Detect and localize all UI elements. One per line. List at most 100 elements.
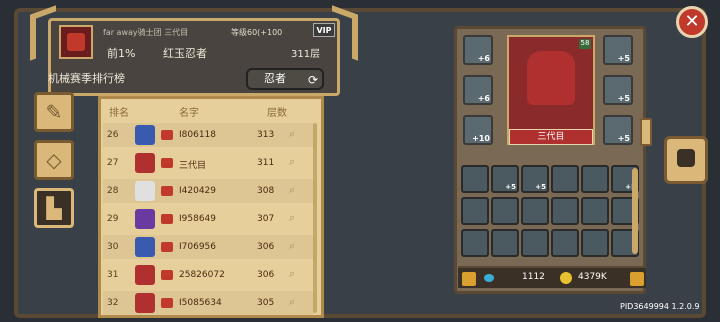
coin-icon (560, 272, 572, 284)
row-name: I806118 (179, 130, 217, 140)
row-rank: 32 (107, 298, 119, 308)
inventory-slot[interactable] (551, 165, 579, 193)
inspect-magnifier-icon[interactable]: ⌕ (289, 295, 295, 309)
inspect-magnifier-icon[interactable]: ⌕ (289, 183, 295, 197)
gem-count: 1112 (522, 272, 545, 282)
equipment-panel: 58 三代目 +6 +6 +10 +5 +5 +5 +5 +5 +5 (454, 26, 646, 294)
row-rank: 27 (107, 158, 119, 168)
inventory-slot[interactable] (521, 229, 549, 257)
character-level: 58 (579, 39, 591, 49)
bag-icon (161, 270, 173, 280)
table-row[interactable]: 29 I958649 307 ⌕ (103, 207, 313, 231)
row-rank: 28 (107, 186, 119, 196)
inventory-slot[interactable] (521, 197, 549, 225)
rank-percent: 前1% (107, 47, 136, 60)
enhance-level: +5 (535, 183, 546, 191)
hero-avatar-icon (135, 181, 155, 201)
bag-icon (161, 242, 173, 252)
table-row[interactable]: 27 三代目 311 ⌕ (103, 151, 313, 175)
inventory-slot[interactable]: +5 (491, 165, 519, 193)
inventory-slot[interactable] (551, 229, 579, 257)
hero-avatar-icon (135, 237, 155, 257)
bag-icon (161, 186, 173, 196)
inventory-slot[interactable]: +5 (521, 165, 549, 193)
header-name: 名字 (179, 108, 199, 119)
inventory-slot[interactable] (491, 197, 519, 225)
table-row[interactable]: 28 I420429 308 ⌕ (103, 179, 313, 203)
table-row[interactable]: 31 25826072 306 ⌕ (103, 263, 313, 287)
list-scrollbar[interactable] (313, 123, 317, 313)
player-floor: 311层 (291, 49, 321, 60)
row-rank: 31 (107, 270, 119, 280)
guild-and-player: far away骑士团 三代目 (103, 27, 188, 38)
inventory-slot[interactable] (461, 165, 489, 193)
inventory-slot[interactable] (581, 229, 609, 257)
helmet-tab-button[interactable] (664, 136, 708, 184)
row-name: I958649 (179, 214, 217, 224)
row-rank: 26 (107, 130, 119, 140)
currency-bar: 1112 4379K (458, 266, 646, 288)
hero-avatar-icon (135, 125, 155, 145)
inspect-magnifier-icon[interactable]: ⌕ (289, 239, 295, 253)
enhance-level: +6 (477, 94, 490, 103)
row-floor: 307 (257, 214, 275, 224)
inventory-slot[interactable] (581, 165, 609, 193)
inspect-magnifier-icon[interactable]: ⌕ (289, 211, 295, 225)
bag-icon (161, 298, 173, 308)
diamond-tab-button[interactable]: ◇ (34, 140, 74, 180)
inventory-slot[interactable] (491, 229, 519, 257)
row-floor: 313 (257, 130, 275, 140)
close-button[interactable]: ✕ (676, 6, 708, 38)
feather-icon: ✎ (45, 100, 63, 124)
podium-tab-button[interactable]: ▙ (34, 188, 74, 228)
inspect-magnifier-icon[interactable]: ⌕ (289, 155, 295, 169)
inventory-slot[interactable] (581, 197, 609, 225)
inventory-slot[interactable] (551, 197, 579, 225)
row-name: 25826072 (179, 270, 225, 280)
equip-slot[interactable]: +10 (463, 115, 493, 145)
enhance-level: +5 (617, 134, 630, 143)
hero-avatar-icon (135, 265, 155, 285)
diamond-icon: ◇ (46, 148, 62, 172)
table-row[interactable]: 32 I5085634 305 ⌕ (103, 291, 313, 315)
table-row[interactable]: 26 I806118 313 ⌕ (103, 123, 313, 147)
header-rank: 排名 (109, 108, 129, 119)
grid-icon[interactable] (630, 272, 644, 286)
row-floor: 306 (257, 270, 275, 280)
inventory-scrollbar[interactable] (632, 168, 638, 254)
row-name: I5085634 (179, 298, 222, 308)
hero-avatar-icon (135, 293, 155, 313)
bag-icon (161, 214, 173, 224)
feather-tab-button[interactable]: ✎ (34, 92, 74, 132)
enhance-level: +5 (617, 94, 630, 103)
equip-slot[interactable]: +5 (603, 75, 633, 105)
inventory-slot[interactable] (461, 197, 489, 225)
equip-slot[interactable]: +5 (603, 35, 633, 65)
equip-slot[interactable]: +5 (603, 115, 633, 145)
guild-name: far away骑士团 (103, 28, 162, 37)
class-selector[interactable]: 忍者 ⟳ (246, 68, 324, 90)
row-name: I706956 (179, 242, 217, 252)
equip-slot[interactable]: +6 (463, 35, 493, 65)
class-label: 忍者 (264, 72, 286, 85)
player-title: 红玉忍者 (163, 47, 207, 60)
lock-icon[interactable] (462, 272, 476, 286)
gem-icon (484, 274, 494, 282)
refresh-icon[interactable]: ⟳ (308, 71, 318, 89)
row-rank: 30 (107, 242, 119, 252)
inspect-magnifier-icon[interactable]: ⌕ (289, 127, 295, 141)
enhance-level: +5 (505, 183, 516, 191)
panel-handle[interactable] (640, 118, 652, 146)
row-floor: 311 (257, 158, 275, 168)
enhance-level: +6 (477, 54, 490, 63)
inspect-magnifier-icon[interactable]: ⌕ (289, 267, 295, 281)
table-row[interactable]: 30 I706956 306 ⌕ (103, 235, 313, 259)
equip-slot[interactable]: +6 (463, 75, 493, 105)
coin-count: 4379K (578, 272, 607, 282)
inventory-slot[interactable] (461, 229, 489, 257)
vip-badge-icon: VIP (313, 23, 335, 37)
player-id: PID3649994 1.2.0.9 (620, 302, 700, 311)
hero-avatar-icon (135, 209, 155, 229)
player-avatar (59, 25, 93, 59)
player-name: 三代目 (164, 28, 189, 37)
